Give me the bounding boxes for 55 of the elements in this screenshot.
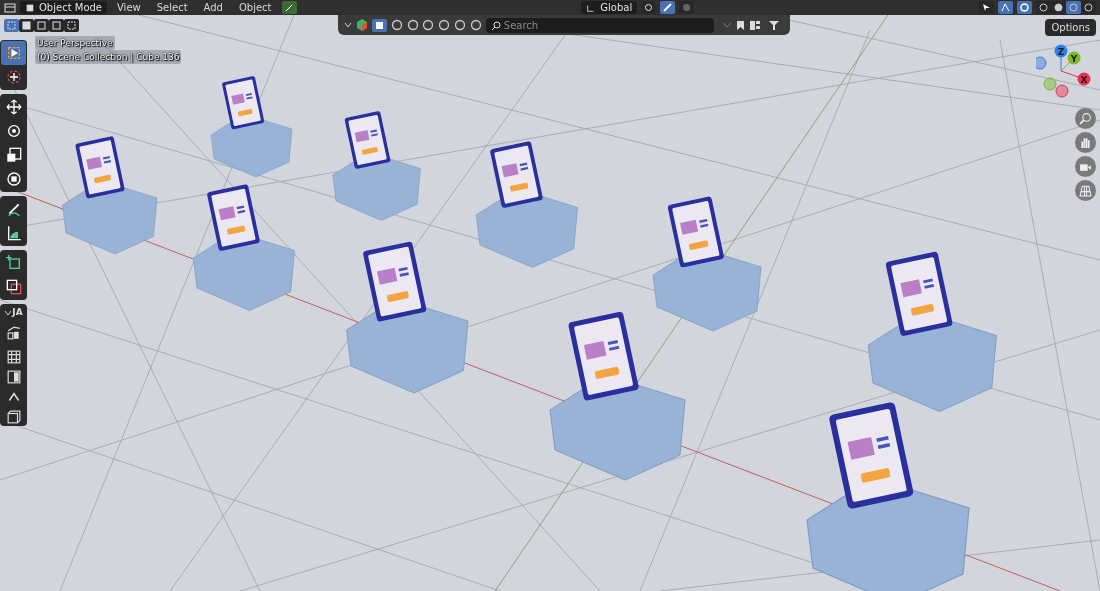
rendered-shading-button[interactable]	[1081, 1, 1096, 14]
select-box-tool-button[interactable]	[1, 41, 26, 65]
split-tool-icon[interactable]	[6, 369, 21, 384]
solid-shading-button[interactable]	[1051, 1, 1066, 14]
hand-button[interactable]	[1075, 132, 1096, 153]
selection-mode-button[interactable]	[64, 19, 79, 32]
camera-button[interactable]	[1075, 156, 1096, 177]
selection-mode-button[interactable]	[19, 19, 34, 32]
wireframe-shading-button[interactable]	[1036, 1, 1051, 14]
transform-tool-icon	[5, 171, 22, 187]
add-cube-tool-icon	[5, 255, 22, 271]
cube-icon	[25, 2, 35, 13]
bookmark-icon[interactable]	[735, 19, 745, 31]
chevron-icon[interactable]	[344, 21, 353, 29]
select-box-tool-icon	[5, 45, 22, 61]
search-field[interactable]: Search	[485, 17, 714, 33]
navigation-gizmo[interactable]: Z Y X	[1036, 36, 1096, 104]
object-type-icon[interactable]	[281, 1, 297, 14]
menu-item[interactable]: View	[111, 1, 147, 14]
gizmo-toggle-icon[interactable]	[998, 1, 1013, 14]
move-tool-icon	[5, 99, 22, 115]
grid-button[interactable]	[1075, 180, 1096, 201]
axis-label: Y	[1070, 53, 1078, 64]
orientation-dropdown[interactable]: Global	[581, 1, 638, 14]
zoom-icon	[1079, 112, 1092, 125]
object-filter-icon[interactable]	[371, 18, 387, 32]
cursor-icon[interactable]	[979, 1, 994, 14]
grid-tool-icon[interactable]	[6, 349, 21, 364]
chevron-icon[interactable]	[4, 308, 13, 317]
color-hexagon-icon	[356, 19, 368, 31]
collection-label: (0) Scene Collection | Cube.136	[35, 50, 182, 64]
scale-tool-icon	[5, 147, 22, 163]
box-tool-icon[interactable]	[6, 409, 21, 424]
menu-item[interactable]: Select	[150, 1, 194, 14]
grid-icon	[1079, 184, 1092, 197]
axis-label: Z	[1057, 46, 1065, 57]
view-name-label: User Perspective	[35, 36, 115, 50]
cursor-tool-icon	[5, 69, 22, 85]
selection-mode-button[interactable]	[49, 19, 64, 32]
rotate-tool-icon	[5, 123, 22, 139]
measure-tool-icon	[5, 225, 22, 241]
editor-type-icon	[4, 1, 16, 14]
snap-icon[interactable]	[660, 1, 676, 14]
menu-item[interactable]: Object	[232, 1, 278, 14]
cut-tool-icon	[5, 279, 22, 295]
search-icon	[490, 20, 501, 31]
menu-item[interactable]: Add	[197, 1, 229, 14]
hand-icon	[1079, 136, 1092, 149]
mode-dropdown[interactable]: Object Mode	[20, 1, 107, 14]
panel-title[interactable]: JA	[12, 306, 23, 320]
axis-label: X	[1080, 74, 1088, 85]
object-tool-icon[interactable]	[6, 325, 21, 340]
options-button[interactable]: Options	[1045, 19, 1096, 36]
zoom-button[interactable]	[1075, 108, 1096, 129]
selection-mode-button[interactable]	[34, 19, 49, 32]
